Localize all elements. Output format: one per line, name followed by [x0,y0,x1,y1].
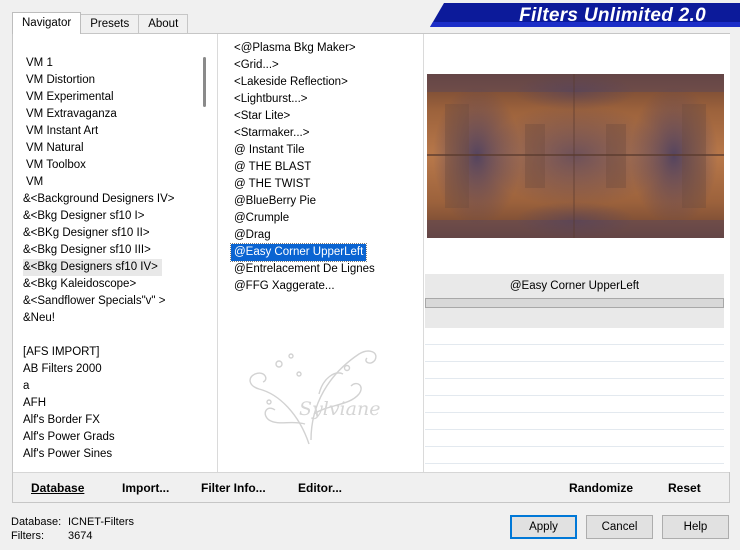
category-item[interactable]: VM Extravaganza [26,106,121,123]
parameter-row [425,345,724,362]
parameter-row [425,362,724,379]
tab-bar: Navigator Presets About [12,12,189,34]
category-item[interactable]: &<Bkg Kaleidoscope> [23,276,140,293]
database-value: ICNET-Filters [68,516,134,528]
filter-item[interactable]: <Starmaker...> [231,125,312,142]
filter-item[interactable]: @ Instant Tile [231,142,307,159]
filter-item[interactable]: @Easy Corner UpperLeft [229,243,368,262]
filter-item[interactable]: @FFG Xaggerate... [231,278,338,295]
parameter-header [425,308,724,328]
filter-item[interactable]: @Crumple [231,210,292,227]
filter-item[interactable]: <Lightburst...> [231,91,311,108]
divider [423,34,424,472]
category-item[interactable]: VM Instant Art [26,123,102,140]
category-item[interactable]: &<Sandflower Specials"v" > [23,293,169,310]
category-item[interactable]: &<Bkg Designers sf10 IV> [23,259,162,276]
filters-info: Filters: 3674 [11,530,92,542]
preview-panel: @Easy Corner UpperLeft [425,34,730,472]
filters-unlimited-window: Navigator Presets About Filters Unlimite… [0,0,740,550]
category-item[interactable]: VM Distortion [26,72,99,89]
category-item[interactable]: &Neu! [23,310,59,327]
category-item[interactable]: [AFS IMPORT] [23,344,103,361]
filter-item[interactable]: @ THE BLAST [231,159,314,176]
filter-item[interactable]: @ THE TWIST [231,176,313,193]
import-button[interactable]: Import... [122,481,169,495]
app-title: Filters Unlimited 2.0 [519,5,706,26]
parameter-row [425,379,724,396]
category-item[interactable]: &<Bkg Designer sf10 I> [23,208,148,225]
filter-item[interactable]: @Drag [231,227,274,244]
category-item[interactable] [23,327,27,344]
tab-presets[interactable]: Presets [80,14,140,34]
preview-canvas [427,74,724,238]
database-button[interactable]: Database [31,481,84,495]
parameter-row [425,430,724,447]
apply-button[interactable]: Apply [510,515,577,539]
footer-toolbar: Database Import... Filter Info... Editor… [13,472,729,502]
category-item[interactable]: VM [26,174,47,191]
watermark: Sylviane [239,334,409,454]
category-item[interactable]: AB Filters 2000 [23,361,106,378]
filter-info-button[interactable]: Filter Info... [201,481,266,495]
parameter-row [425,413,724,430]
category-item[interactable]: AFH [23,395,50,412]
filter-item[interactable]: <Grid...> [231,57,282,74]
help-button[interactable]: Help [662,515,729,539]
category-item[interactable]: &<Background Designers IV> [23,191,179,208]
category-item[interactable]: Alf's Border FX [23,412,104,429]
category-list[interactable]: VM 1 VM Distortion VM Experimental VM Extra… [16,39,197,472]
progress-bar [425,298,724,308]
parameter-row [425,396,724,413]
filters-count: 3674 [68,530,93,542]
divider [217,34,218,472]
navigator-panel: VM 1 VM Distortion VM Experimental VM Extra… [12,33,730,503]
watermark-ornament-icon [249,350,377,445]
filter-item[interactable]: <Star Lite> [231,108,293,125]
randomize-button[interactable]: Randomize [569,481,633,495]
category-item[interactable]: VM Toolbox [26,157,90,174]
scrollbar-thumb[interactable] [203,57,206,107]
filter-item[interactable]: @BlueBerry Pie [231,193,319,210]
category-item[interactable]: VM Experimental [26,89,118,106]
filter-item[interactable]: <Lakeside Reflection> [231,74,351,91]
category-item[interactable]: VM 1 [26,55,57,72]
reset-button[interactable]: Reset [668,481,701,495]
preview-image [427,74,724,238]
tab-about[interactable]: About [138,14,189,34]
database-label: Database: [11,516,62,528]
category-item[interactable]: &<BKg Designer sf10 II> [23,225,154,242]
database-info: Database: ICNET-Filters [11,516,134,528]
filters-label: Filters: [11,530,44,542]
title-banner: Filters Unlimited 2.0 [430,3,740,27]
category-item[interactable]: Alf's Power Sines [23,446,116,463]
database-button-label: Database [31,481,85,495]
filter-item[interactable]: <@Plasma Bkg Maker> [231,40,359,57]
watermark-signature: Sylviane [299,398,381,420]
parameter-row [425,328,724,345]
category-scrollbar[interactable] [198,39,212,469]
category-item[interactable]: Alf's Power Grads [23,429,119,446]
category-item[interactable]: a [23,378,33,395]
editor-button[interactable]: Editor... [298,481,342,495]
parameter-row [425,447,724,464]
cancel-button[interactable]: Cancel [586,515,653,539]
category-item[interactable]: &<Bkg Designer sf10 III> [23,242,155,259]
tab-navigator[interactable]: Navigator [12,12,82,34]
filter-item[interactable]: @Entrelacement De Lignes [231,261,378,278]
parameter-rows [425,328,724,464]
category-item[interactable]: VM Natural [26,140,88,157]
selected-filter-name: @Easy Corner UpperLeft [425,274,724,298]
